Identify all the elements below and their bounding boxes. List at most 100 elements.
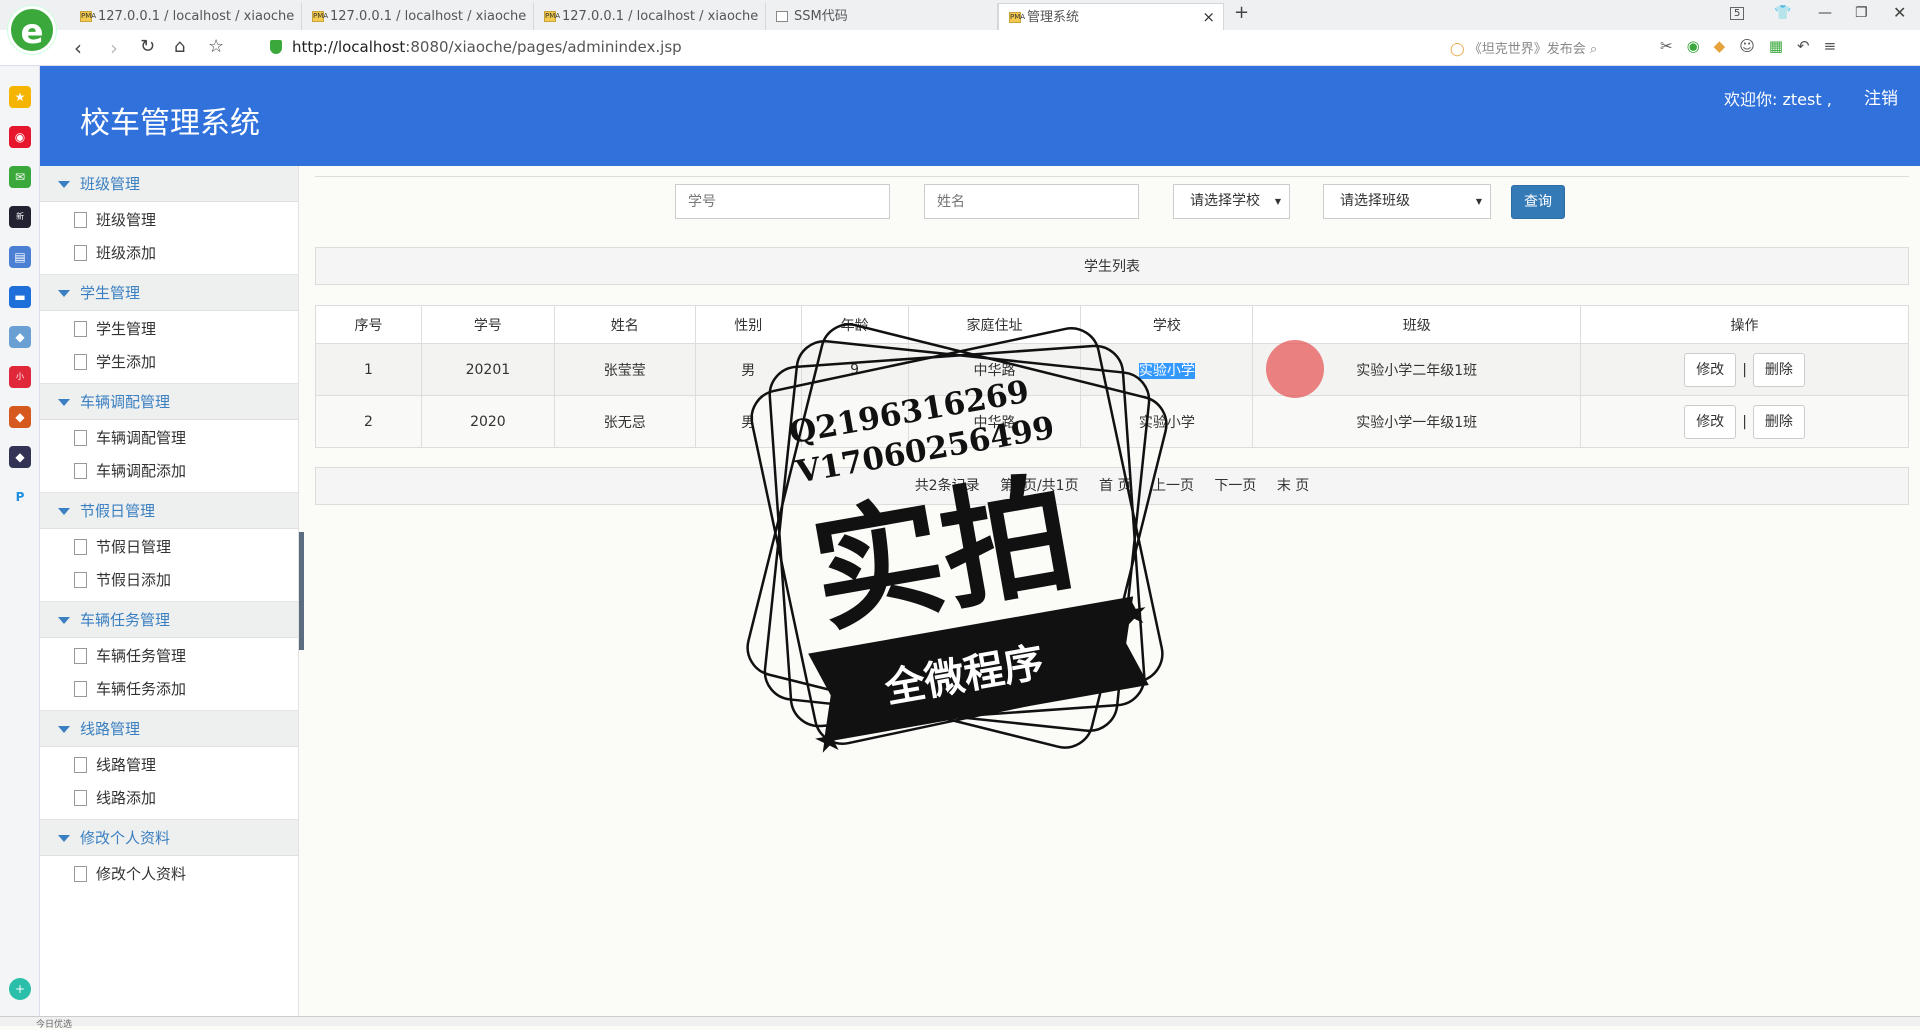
column-header: 学校 bbox=[1080, 305, 1254, 344]
new-tab-icon[interactable]: + bbox=[1234, 2, 1249, 23]
phpmyadmin-icon: PMA bbox=[312, 11, 329, 22]
favorite-star-icon[interactable]: ☆ bbox=[208, 36, 224, 57]
name-input[interactable] bbox=[924, 184, 1139, 219]
phpmyadmin-icon: PMA bbox=[1009, 12, 1026, 23]
sidebar-resize-handle[interactable] bbox=[299, 532, 304, 650]
sidebar-group-header[interactable]: 线路管理 bbox=[40, 711, 298, 747]
star-icon[interactable]: ★ bbox=[9, 86, 31, 108]
sidebar-item-task-manage[interactable]: 车辆任务管理 bbox=[40, 640, 298, 673]
cell-actions: 修改 | 删除 bbox=[1580, 343, 1909, 396]
browser-tab-label: 管理系统 bbox=[1027, 10, 1080, 25]
browser-tab-3[interactable]: PMA 127.0.0.1 / localhost / xiaoche bbox=[534, 3, 766, 30]
p-icon[interactable]: P bbox=[9, 486, 31, 508]
sidebar-item-student-add[interactable]: 学生添加 bbox=[40, 346, 298, 379]
prev-page-link[interactable]: 上一页 bbox=[1152, 478, 1194, 494]
class-select[interactable]: 请选择班级 bbox=[1323, 184, 1491, 219]
table-row: 1 20201 张莹莹 男 9 中华路 实验小学 实验小学二年级1班 修改 | 删除 bbox=[315, 343, 1909, 396]
url-field[interactable]: http://localhost:8080/xiaoche/pages/admi… bbox=[292, 38, 682, 56]
close-tab-icon[interactable]: × bbox=[1202, 4, 1215, 30]
first-page-link[interactable]: 首 页 bbox=[1099, 478, 1131, 494]
sidebar-item-class-manage[interactable]: 班级管理 bbox=[40, 204, 298, 237]
sidebar-item-dispatch-manage[interactable]: 车辆调配管理 bbox=[40, 422, 298, 455]
sidebar-group-header[interactable]: 修改个人资料 bbox=[40, 820, 298, 856]
close-window-icon[interactable]: ✕ bbox=[1893, 3, 1906, 22]
student-list-title: 学生列表 bbox=[315, 247, 1909, 285]
star-icon: ★ bbox=[810, 718, 847, 763]
sidebar-group-class: 班级管理 班级管理 班级添加 bbox=[40, 166, 298, 275]
refresh-icon[interactable]: ↻ bbox=[140, 36, 155, 57]
delete-button[interactable]: 删除 bbox=[1752, 404, 1805, 439]
last-page-link[interactable]: 末 页 bbox=[1277, 478, 1309, 494]
mail-icon[interactable]: ✉ bbox=[9, 166, 31, 188]
browser-tab-1[interactable]: PMA 127.0.0.1 / localhost / xiaoche bbox=[70, 3, 302, 30]
sidebar-group-vehicle-task: 车辆任务管理 车辆任务管理 车辆任务添加 bbox=[40, 602, 298, 711]
sidebar-item-route-add[interactable]: 线路添加 bbox=[40, 782, 298, 815]
browser-tab-label: 127.0.0.1 / localhost / xiaoche bbox=[330, 9, 527, 24]
shield-plugin-icon: ◆ bbox=[1713, 37, 1740, 55]
game3-icon[interactable]: ◆ bbox=[9, 446, 31, 468]
forward-icon[interactable]: › bbox=[110, 36, 118, 60]
sidebar-group-holiday: 节假日管理 节假日管理 节假日添加 bbox=[40, 493, 298, 602]
browser-tab-active[interactable]: PMA 管理系统 × bbox=[998, 3, 1224, 30]
sidebar-item-route-manage[interactable]: 线路管理 bbox=[40, 749, 298, 782]
document-icon[interactable]: ▤ bbox=[9, 246, 31, 268]
sidebar-group-header[interactable]: 车辆调配管理 bbox=[40, 384, 298, 420]
url-host: http://localhost bbox=[292, 38, 406, 56]
edit-button[interactable]: 修改 bbox=[1684, 404, 1737, 439]
phpmyadmin-icon: PMA bbox=[80, 11, 97, 22]
watermark-ribbon-text: 全微程序 bbox=[881, 639, 1048, 712]
game2-icon[interactable]: ◆ bbox=[9, 406, 31, 428]
browser-tab-2[interactable]: PMA 127.0.0.1 / localhost / xiaoche bbox=[302, 3, 534, 30]
cell-no: 1 bbox=[315, 343, 422, 396]
cell-name: 张无忌 bbox=[553, 395, 696, 448]
game-icon[interactable]: ◆ bbox=[9, 326, 31, 348]
student-no-input[interactable] bbox=[675, 184, 890, 219]
column-header: 序号 bbox=[315, 305, 422, 344]
sidebar-item-profile-edit[interactable]: 修改个人资料 bbox=[40, 858, 298, 891]
browser-search-field[interactable]: ◯ 《坦克世界》发布会 ⌕ bbox=[1450, 38, 1597, 57]
next-page-link[interactable]: 下一页 bbox=[1214, 478, 1256, 494]
chat-icon[interactable]: ▬ bbox=[9, 286, 31, 308]
weibo-icon[interactable]: ◉ bbox=[9, 126, 31, 148]
sidebar-group-header[interactable]: 节假日管理 bbox=[40, 493, 298, 529]
tab-count-badge[interactable]: 5 bbox=[1730, 7, 1745, 20]
delete-button[interactable]: 删除 bbox=[1752, 352, 1805, 387]
logout-link[interactable]: 注销 bbox=[1864, 84, 1898, 109]
column-header: 家庭住址 bbox=[907, 305, 1082, 344]
sidebar-group-student: 学生管理 学生管理 学生添加 bbox=[40, 275, 298, 384]
cell-school: 实验小学 bbox=[1080, 343, 1254, 396]
minimize-icon[interactable]: — bbox=[1818, 5, 1832, 21]
sidebar-item-holiday-add[interactable]: 节假日添加 bbox=[40, 564, 298, 597]
home-icon[interactable]: ⌂ bbox=[174, 36, 185, 57]
cell-student-no: 20201 bbox=[420, 343, 555, 396]
sidebar-item-task-add[interactable]: 车辆任务添加 bbox=[40, 673, 298, 706]
sidebar-group-vehicle-dispatch: 车辆调配管理 车辆调配管理 车辆调配添加 bbox=[40, 384, 298, 493]
sidebar-item-dispatch-add[interactable]: 车辆调配添加 bbox=[40, 455, 298, 488]
star-icon: ★ bbox=[1115, 591, 1152, 636]
browser-logo-icon[interactable]: e bbox=[8, 6, 56, 54]
sidebar-item-student-manage[interactable]: 学生管理 bbox=[40, 313, 298, 346]
skin-icon[interactable]: 👕 bbox=[1774, 5, 1791, 21]
sidebar-item-holiday-manage[interactable]: 节假日管理 bbox=[40, 531, 298, 564]
restore-icon[interactable]: ❐ bbox=[1855, 5, 1868, 21]
add-icon[interactable]: + bbox=[9, 978, 31, 1000]
query-button[interactable]: 查询 bbox=[1511, 185, 1565, 219]
cell-gender: 男 bbox=[694, 395, 802, 448]
cell-school: 实验小学 bbox=[1080, 395, 1254, 448]
edit-button[interactable]: 修改 bbox=[1684, 352, 1737, 387]
cell-address: 中华路 bbox=[907, 395, 1082, 448]
video-icon[interactable]: 小 bbox=[9, 366, 31, 388]
sidebar-group-header[interactable]: 学生管理 bbox=[40, 275, 298, 311]
sidebar-group-header[interactable]: 班级管理 bbox=[40, 166, 298, 202]
sidebar-item-class-add[interactable]: 班级添加 bbox=[40, 237, 298, 270]
school-select[interactable]: 请选择学校 bbox=[1173, 184, 1290, 219]
browser-statusbar: 今日优选 bbox=[0, 1016, 1920, 1030]
news-icon[interactable]: 新 bbox=[9, 206, 31, 228]
sidebar-group-header[interactable]: 车辆任务管理 bbox=[40, 602, 298, 638]
welcome-text: 欢迎你: ztest , bbox=[1724, 90, 1832, 109]
separator: | bbox=[1742, 413, 1747, 430]
browser-tab-4[interactable]: SSM代码 bbox=[766, 3, 998, 30]
search-icon[interactable]: ⌕ bbox=[1590, 42, 1597, 57]
back-icon[interactable]: ‹ bbox=[74, 36, 82, 60]
browser-toolbar-icons[interactable]: ✂◉◆☺▦↶≡ bbox=[1660, 37, 1850, 55]
